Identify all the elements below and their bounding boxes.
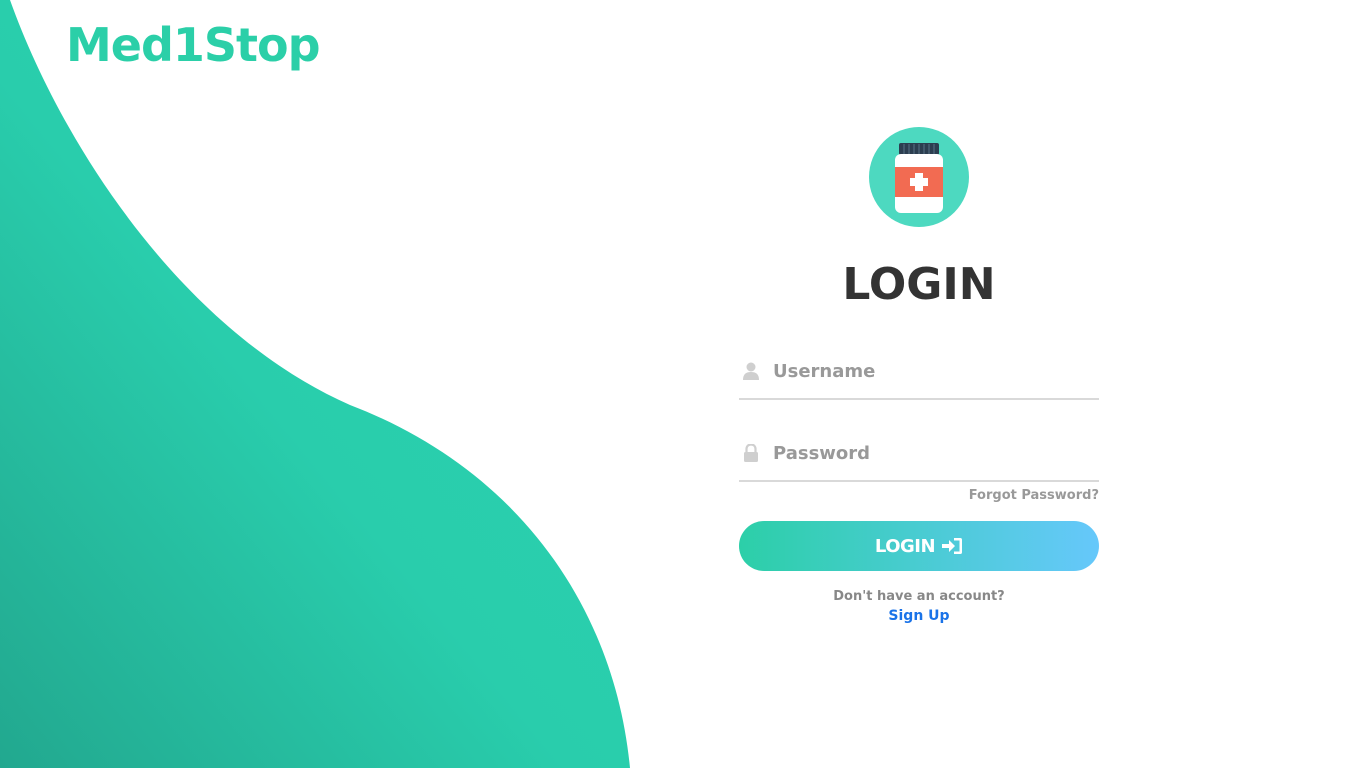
forgot-password-link[interactable]: Forgot Password?	[739, 488, 1099, 503]
no-account-text: Don't have an account?	[833, 589, 1005, 604]
username-input[interactable]	[773, 346, 1093, 396]
login-button[interactable]: LOGIN	[739, 521, 1099, 571]
login-button-label: LOGIN	[874, 535, 936, 557]
user-icon	[743, 362, 759, 380]
password-input[interactable]	[773, 428, 1093, 478]
signup-link[interactable]: Sign Up	[888, 608, 949, 624]
sign-in-icon	[941, 537, 963, 555]
brand-logo[interactable]: Med1Stop	[66, 18, 321, 72]
login-form: LOGIN Forgot Password? LOGIN	[739, 127, 1099, 624]
login-page: Med1Stop LOGIN Username Forgot Password?…	[0, 0, 1366, 768]
login-heading: LOGIN	[842, 259, 996, 310]
signup-block: Don't have an account? Sign Up	[739, 589, 1099, 624]
password-field[interactable]	[739, 428, 1099, 482]
lock-icon	[743, 443, 759, 462]
decorative-wave-background	[0, 0, 630, 768]
medicine-bottle-icon	[869, 127, 969, 227]
username-field[interactable]	[739, 346, 1099, 400]
